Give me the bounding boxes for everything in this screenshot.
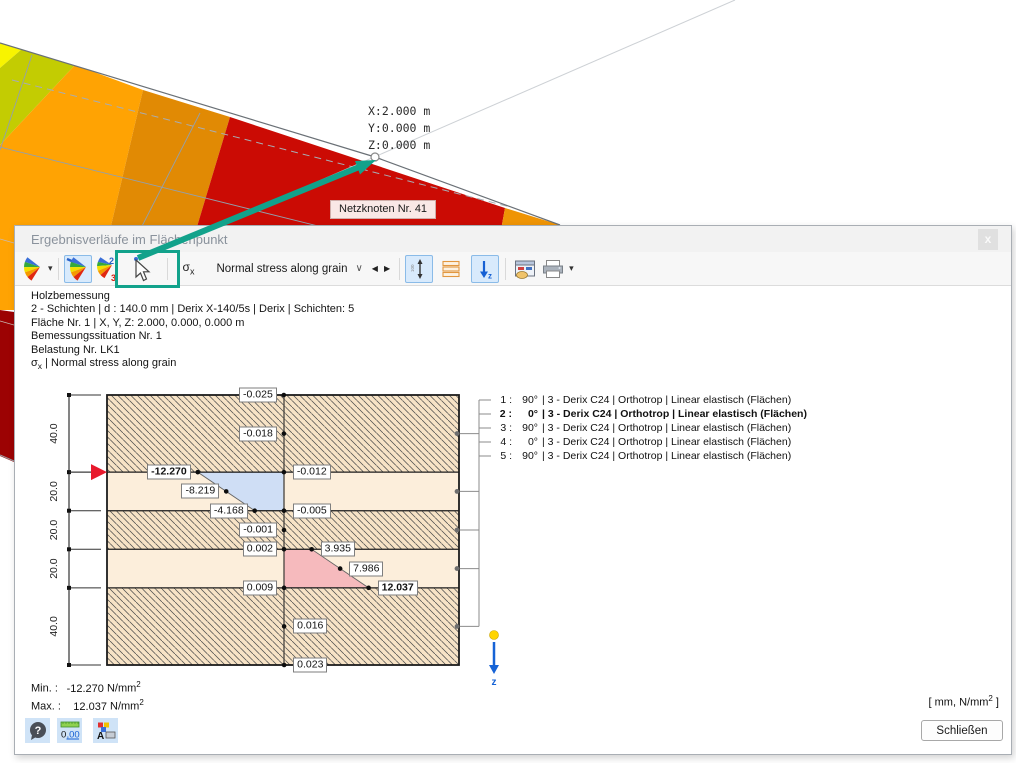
stress-value-label: -0.005 bbox=[292, 503, 331, 519]
stress-value-label: 7.986 bbox=[349, 561, 384, 577]
layers-icon bbox=[442, 260, 460, 277]
svg-text:?: ? bbox=[34, 725, 41, 737]
legend-row: 4 :0° | 3 - Derix C24 | Orthotrop | Linea… bbox=[500, 436, 792, 448]
stress-value-label: -4.168 bbox=[209, 503, 248, 519]
svg-text:20.0: 20.0 bbox=[48, 558, 60, 579]
mesh-node-marker[interactable] bbox=[370, 152, 380, 162]
stress-value-label: 12.037 bbox=[377, 580, 418, 596]
toolbar-separator bbox=[57, 257, 59, 280]
stress-value-label: -0.012 bbox=[292, 464, 331, 480]
z-axis-symbol: z bbox=[489, 630, 499, 688]
min-value-line: Min. : -12.270 N/mm2 bbox=[31, 680, 141, 695]
select-point-button[interactable] bbox=[127, 255, 155, 283]
close-icon[interactable]: x bbox=[978, 228, 998, 250]
svg-text:z: z bbox=[492, 677, 497, 688]
svg-text:40.0: 40.0 bbox=[48, 423, 60, 444]
stress-value-label: -12.270 bbox=[147, 464, 191, 480]
dialog-titlebar[interactable]: Ergebnisverläufe im Flächenpunkt x bbox=[15, 226, 1011, 252]
svg-text:z: z bbox=[488, 271, 492, 280]
print-button[interactable] bbox=[539, 255, 567, 283]
result-diagrams-dialog: Ergebnisverläufe im Flächenpunkt x ▾ 2 3… bbox=[14, 225, 1012, 755]
node-tooltip: Netzknoten Nr. 41 bbox=[330, 200, 437, 219]
section-height-icon: 100 bbox=[410, 258, 423, 279]
decimal-places-icon: 0 ,00 bbox=[60, 721, 79, 740]
stress-value-label: -0.001 bbox=[239, 522, 277, 538]
results-fan-icon bbox=[23, 256, 40, 281]
printer-icon bbox=[543, 259, 564, 278]
display-properties-button[interactable]: A bbox=[93, 718, 118, 743]
max-value-line: Max. :12.037 N/mm2 bbox=[31, 698, 144, 713]
dialog-title: Ergebnisverläufe im Flächenpunkt bbox=[31, 231, 228, 247]
info-line: Bemessungssituation Nr. 1 bbox=[31, 330, 162, 343]
chevron-down-icon[interactable]: ▾ bbox=[48, 263, 53, 274]
result-info-block: Holzbemessung 2 - Schichten | d : 140.0 m… bbox=[31, 290, 354, 374]
printout-report-button[interactable] bbox=[511, 255, 539, 283]
select-pointer-icon bbox=[133, 256, 151, 281]
svg-text:2: 2 bbox=[109, 256, 114, 266]
coordinate-line: Y:0.000 m bbox=[368, 121, 431, 135]
toolbar-separator bbox=[399, 257, 401, 280]
svg-text:20.0: 20.0 bbox=[48, 481, 60, 502]
section-height-toggle-button[interactable]: 100 bbox=[405, 254, 434, 283]
position-marker-arrow bbox=[91, 464, 107, 481]
z-direction-icon: z bbox=[480, 260, 492, 280]
guide-line bbox=[217, 0, 736, 226]
stress-value-label: -8.219 bbox=[181, 483, 220, 499]
info-line-stress: σx | Normal stress along grain bbox=[31, 357, 177, 372]
layer-stress-diagram: 40.0 20.0 20.0 20.0 40.0 z -0.025 -0.018 -12.270… bbox=[45, 381, 525, 691]
svg-text:20.0: 20.0 bbox=[48, 520, 60, 541]
coordinates-readout: X:2.000 m Y:0.000 m Z:0.000 m bbox=[368, 103, 430, 154]
stress-value-label: 0.016 bbox=[293, 618, 328, 634]
help-balloon-icon: ? bbox=[29, 721, 46, 740]
display-properties-icon: A bbox=[97, 722, 115, 742]
minmax-readout: Min. : -12.270 N/mm2 Max. :12.037 N/mm2 bbox=[31, 678, 144, 714]
results-fan-23-icon: 2 3 bbox=[96, 256, 116, 282]
dialog-options-buttons: ? 0 ,00 A bbox=[25, 718, 118, 743]
stress-value-label: 0.023 bbox=[293, 657, 328, 673]
layer-legend: 1 :90° | 3 - Derix C24 | Orthotrop | Line… bbox=[498, 393, 807, 463]
legend-row: 5 :90° | 3 - Derix C24 | Orthotrop | Line… bbox=[500, 450, 792, 462]
next-result-button[interactable]: ▶ bbox=[381, 264, 393, 273]
stress-value-label: 3.935 bbox=[320, 541, 355, 557]
toolbar-separator bbox=[505, 257, 507, 280]
stress-value-label: 0.009 bbox=[242, 580, 278, 596]
svg-text:0: 0 bbox=[61, 729, 66, 740]
svg-text:40.0: 40.0 bbox=[48, 616, 60, 637]
legend-row: 1 :90° | 3 - Derix C24 | Orthotrop | Line… bbox=[500, 394, 792, 406]
info-line: Holzbemessung bbox=[31, 290, 110, 302]
decimal-places-button[interactable]: 0 ,00 bbox=[57, 718, 82, 743]
layers-toggle-button[interactable] bbox=[437, 255, 465, 283]
stress-symbol-label: σx bbox=[182, 260, 195, 277]
result-type-dropdown[interactable]: Normal stress along grain bbox=[216, 263, 347, 275]
stress-value-label: 0.002 bbox=[242, 541, 278, 557]
stress-diagram-svg: 40.0 20.0 20.0 20.0 40.0 z bbox=[48, 392, 499, 688]
info-line: Fläche Nr. 1 | X, Y, Z: 2.000, 0.000, 0.… bbox=[31, 316, 245, 329]
close-dialog-button[interactable]: Schließen bbox=[921, 720, 1003, 741]
chevron-down-icon[interactable]: ∨ bbox=[355, 263, 362, 274]
info-line: 2 - Schichten | d : 140.0 mm | Derix X-1… bbox=[31, 303, 355, 316]
help-button[interactable]: ? bbox=[25, 718, 50, 743]
legend-row: 2 :0° | 3 - Derix C24 | Orthotrop | Linea… bbox=[499, 408, 807, 420]
results-two-three-button[interactable]: 2 3 bbox=[92, 255, 120, 283]
stress-value-label: -0.018 bbox=[239, 426, 277, 442]
dialog-toolbar: ▾ 2 3 σx Normal stress along grain ∨ ◀ ▶… bbox=[15, 250, 1011, 288]
report-icon bbox=[515, 260, 536, 279]
z-direction-toggle-button[interactable]: z bbox=[471, 254, 500, 283]
previous-result-button[interactable]: ◀ bbox=[369, 264, 381, 273]
legend-row: 3 :90° | 3 - Derix C24 | Orthotrop | Line… bbox=[500, 422, 792, 434]
coordinate-line: X:2.000 m bbox=[368, 104, 431, 118]
stress-value-label: -0.025 bbox=[239, 387, 277, 403]
results-surface-button[interactable] bbox=[63, 254, 92, 283]
units-note: [ mm, N/mm2 ] bbox=[928, 694, 999, 709]
results-surface-fan-icon bbox=[66, 256, 86, 281]
svg-text:A: A bbox=[97, 731, 104, 742]
svg-text:3: 3 bbox=[111, 273, 116, 282]
toolbar-separator bbox=[166, 257, 168, 280]
info-line: Belastung Nr. LK1 bbox=[31, 343, 120, 356]
svg-text:100: 100 bbox=[410, 263, 415, 271]
coordinate-line: Z:0.000 m bbox=[368, 138, 431, 152]
results-fan-button[interactable] bbox=[18, 255, 46, 283]
chevron-down-icon[interactable]: ▾ bbox=[569, 263, 574, 274]
